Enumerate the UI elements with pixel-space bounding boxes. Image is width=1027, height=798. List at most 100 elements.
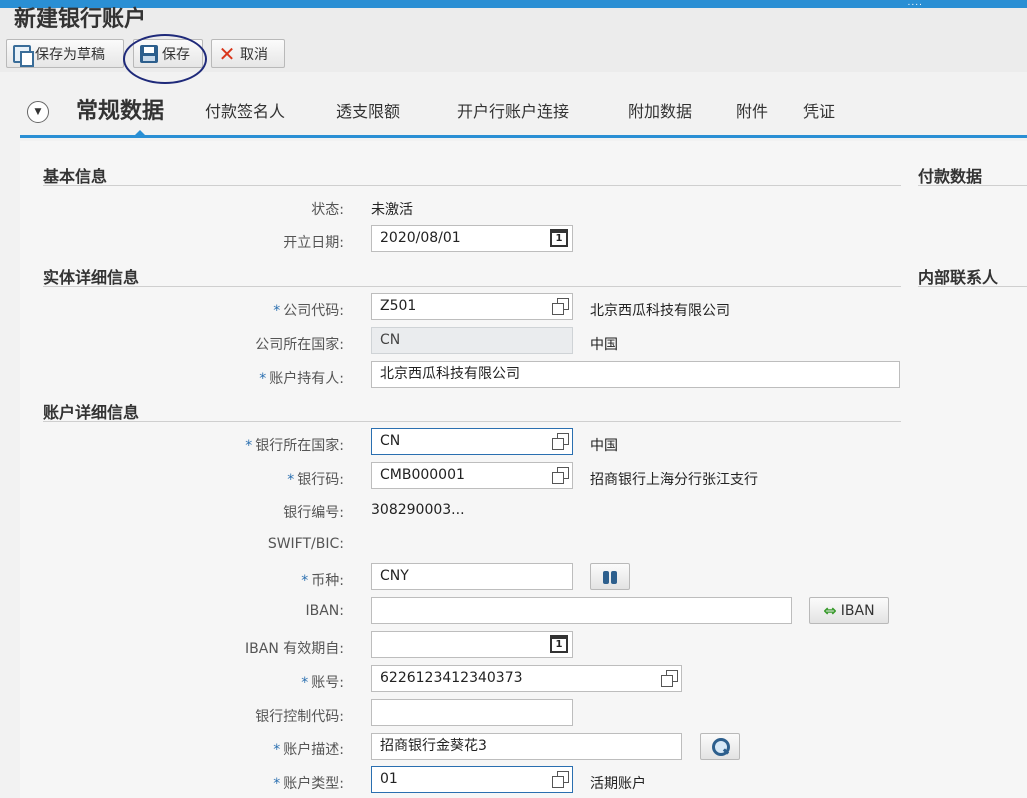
account-holder-label: * 账户持有人: bbox=[259, 368, 344, 388]
open-date-field[interactable]: 2020/08/01 1 bbox=[371, 225, 573, 252]
company-country-label: 公司所在国家: bbox=[255, 337, 344, 353]
bank-control-key-label: 银行控制代码: bbox=[255, 709, 344, 725]
bank-number-value: 308290003... bbox=[371, 502, 465, 518]
save-highlight-ring bbox=[123, 34, 207, 84]
draft-icon bbox=[13, 44, 34, 67]
bank-key-description: 招商银行上海分行张江支行 bbox=[590, 472, 758, 488]
iban-label: IBAN: bbox=[305, 603, 345, 619]
status-value: 未激活 bbox=[371, 202, 413, 218]
magnifier-icon bbox=[710, 737, 730, 757]
account-number-label-text: 账号: bbox=[311, 675, 344, 691]
cancel-label: 取消 bbox=[240, 46, 268, 63]
swift-bic-label: SWIFT/BIC: bbox=[267, 536, 344, 552]
tab-additional-data[interactable]: 附加数据 bbox=[628, 90, 692, 134]
company-code-label-text: 公司代码: bbox=[283, 303, 344, 319]
calendar-icon[interactable]: 1 bbox=[550, 229, 568, 247]
calendar-icon[interactable]: 1 bbox=[550, 635, 568, 653]
tab-house-bank-account-link[interactable]: 开户行账户连接 bbox=[457, 90, 569, 134]
bank-control-key-field[interactable] bbox=[371, 699, 573, 726]
double-arrow-icon: ⇔ bbox=[823, 600, 837, 620]
section-divider bbox=[918, 286, 1027, 287]
iban-field[interactable] bbox=[371, 597, 792, 624]
company-code-field[interactable]: Z501 bbox=[371, 293, 573, 320]
section-account-details: 账户详细信息 bbox=[43, 403, 140, 422]
section-internal-contact: 内部联系人 bbox=[918, 268, 999, 287]
currency-lookup-button[interactable] bbox=[590, 563, 630, 590]
required-marker: * bbox=[301, 573, 309, 589]
account-type-label: * 账户类型: bbox=[273, 773, 344, 793]
chevron-down-icon[interactable]: ▼ bbox=[27, 101, 49, 123]
bank-country-field[interactable]: CN bbox=[371, 428, 573, 455]
window-dots: .... bbox=[907, 0, 923, 8]
account-holder-field[interactable]: 北京西瓜科技有限公司 bbox=[371, 361, 900, 388]
account-number-field[interactable]: 6226123412340373 bbox=[371, 665, 682, 692]
account-description-label-text: 账户描述: bbox=[283, 742, 344, 758]
open-date-value: 2020/08/01 bbox=[380, 230, 461, 246]
bank-number-label: 银行编号: bbox=[283, 505, 344, 521]
binoculars-icon bbox=[601, 569, 619, 585]
required-marker: * bbox=[259, 371, 267, 387]
value-help-icon[interactable] bbox=[552, 771, 569, 788]
company-country-description: 中国 bbox=[590, 337, 618, 353]
tab-documents[interactable]: 凭证 bbox=[803, 90, 835, 134]
section-divider bbox=[43, 185, 901, 186]
account-type-label-text: 账户类型: bbox=[283, 776, 344, 792]
bank-key-label: * 银行码: bbox=[287, 469, 344, 489]
tab-bar: ▼ 常规数据 付款签名人 透支限额 开户行账户连接 附加数据 附件 凭证 bbox=[20, 90, 1027, 138]
account-description-search-button[interactable] bbox=[700, 733, 740, 760]
account-holder-label-text: 账户持有人: bbox=[269, 371, 344, 387]
close-icon: ✕ bbox=[218, 41, 236, 66]
bank-key-label-text: 银行码: bbox=[297, 472, 344, 488]
required-marker: * bbox=[245, 438, 253, 454]
top-accent-bar: .... bbox=[0, 0, 1027, 8]
section-entity-details: 实体详细信息 bbox=[43, 268, 140, 287]
currency-label-text: 币种: bbox=[311, 573, 344, 589]
account-type-field[interactable]: 01 bbox=[371, 766, 573, 793]
section-divider bbox=[43, 421, 901, 422]
active-tab-indicator bbox=[132, 130, 148, 138]
tab-overdraft-limit[interactable]: 透支限额 bbox=[336, 90, 400, 134]
iban-valid-from-label: IBAN 有效期自: bbox=[245, 641, 344, 657]
iban-generate-button[interactable]: ⇔ IBAN bbox=[809, 597, 889, 624]
cancel-button[interactable]: ✕ 取消 bbox=[211, 39, 285, 68]
iban-valid-from-field[interactable]: 1 bbox=[371, 631, 573, 658]
page-title: 新建银行账户 bbox=[14, 7, 147, 32]
required-marker: * bbox=[273, 742, 281, 758]
currency-label: * 币种: bbox=[301, 570, 344, 590]
tab-payment-signatories[interactable]: 付款签名人 bbox=[205, 90, 285, 134]
save-draft-label: 保存为草稿 bbox=[35, 46, 105, 63]
bank-key-field[interactable]: CMB000001 bbox=[371, 462, 573, 489]
required-marker: * bbox=[287, 472, 295, 488]
section-divider bbox=[43, 286, 901, 287]
tab-general-data[interactable]: 常规数据 bbox=[76, 90, 164, 134]
account-description-label: * 账户描述: bbox=[273, 739, 344, 759]
page-header: 新建银行账户 保存为草稿 保存 ✕ 取消 bbox=[0, 7, 1027, 84]
bank-country-value: CN bbox=[380, 433, 401, 449]
value-help-icon[interactable] bbox=[552, 433, 569, 450]
value-help-icon[interactable] bbox=[661, 670, 678, 687]
section-payment-data: 付款数据 bbox=[918, 167, 983, 186]
bank-key-value: CMB000001 bbox=[380, 467, 465, 483]
section-divider bbox=[918, 185, 1027, 186]
company-code-description: 北京西瓜科技有限公司 bbox=[590, 303, 730, 319]
currency-field[interactable]: CNY bbox=[371, 563, 573, 590]
account-type-value: 01 bbox=[380, 771, 398, 787]
company-code-value: Z501 bbox=[380, 298, 417, 314]
required-marker: * bbox=[301, 675, 309, 691]
value-help-icon[interactable] bbox=[552, 298, 569, 315]
bank-country-label-text: 银行所在国家: bbox=[255, 438, 344, 454]
company-code-label: * 公司代码: bbox=[273, 300, 344, 320]
save-draft-button[interactable]: 保存为草稿 bbox=[6, 39, 124, 68]
account-type-description: 活期账户 bbox=[590, 776, 646, 792]
required-marker: * bbox=[273, 303, 281, 319]
bank-country-description: 中国 bbox=[590, 438, 618, 454]
status-label: 状态: bbox=[311, 202, 344, 218]
tab-attachments[interactable]: 附件 bbox=[736, 90, 768, 134]
account-description-field[interactable]: 招商银行金葵花3 bbox=[371, 733, 682, 760]
account-number-value: 6226123412340373 bbox=[380, 670, 523, 686]
value-help-icon[interactable] bbox=[552, 467, 569, 484]
section-basic-info: 基本信息 bbox=[43, 167, 108, 186]
account-number-label: * 账号: bbox=[301, 672, 344, 692]
required-marker: * bbox=[273, 776, 281, 792]
general-data-panel: 基本信息 付款数据 状态: 未激活 开立日期: 2020/08/01 1 实体详… bbox=[20, 141, 1027, 798]
